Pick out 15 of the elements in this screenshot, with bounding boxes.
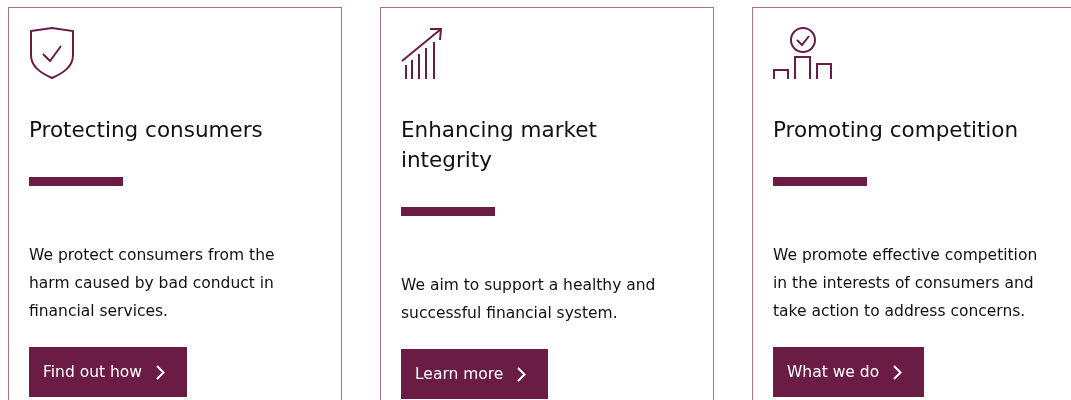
card-title: Enhancing market integrity (401, 116, 598, 174)
card-description: We protect consumers from the harm caused by bad conduct in financial services. (29, 245, 276, 322)
card-title: Protecting consumers (29, 116, 264, 144)
chevron-right-icon (893, 364, 903, 380)
card-description: We aim to support a healthy and successful financial system. (401, 275, 657, 324)
rising-bars-icon (401, 27, 443, 79)
shield-check-icon (29, 27, 75, 79)
chevron-right-icon (156, 364, 165, 380)
chevron-right-icon (517, 366, 527, 382)
card-button[interactable]: What we do (773, 347, 925, 397)
card-title: Promoting competition (773, 116, 1020, 144)
card-description: We promote effective competition in the interests of consumers and take action to address concerns. (773, 245, 1039, 322)
card-button[interactable]: Find out how (29, 347, 187, 397)
podium-check-icon (773, 27, 835, 79)
card-button[interactable]: Learn more (401, 349, 549, 399)
